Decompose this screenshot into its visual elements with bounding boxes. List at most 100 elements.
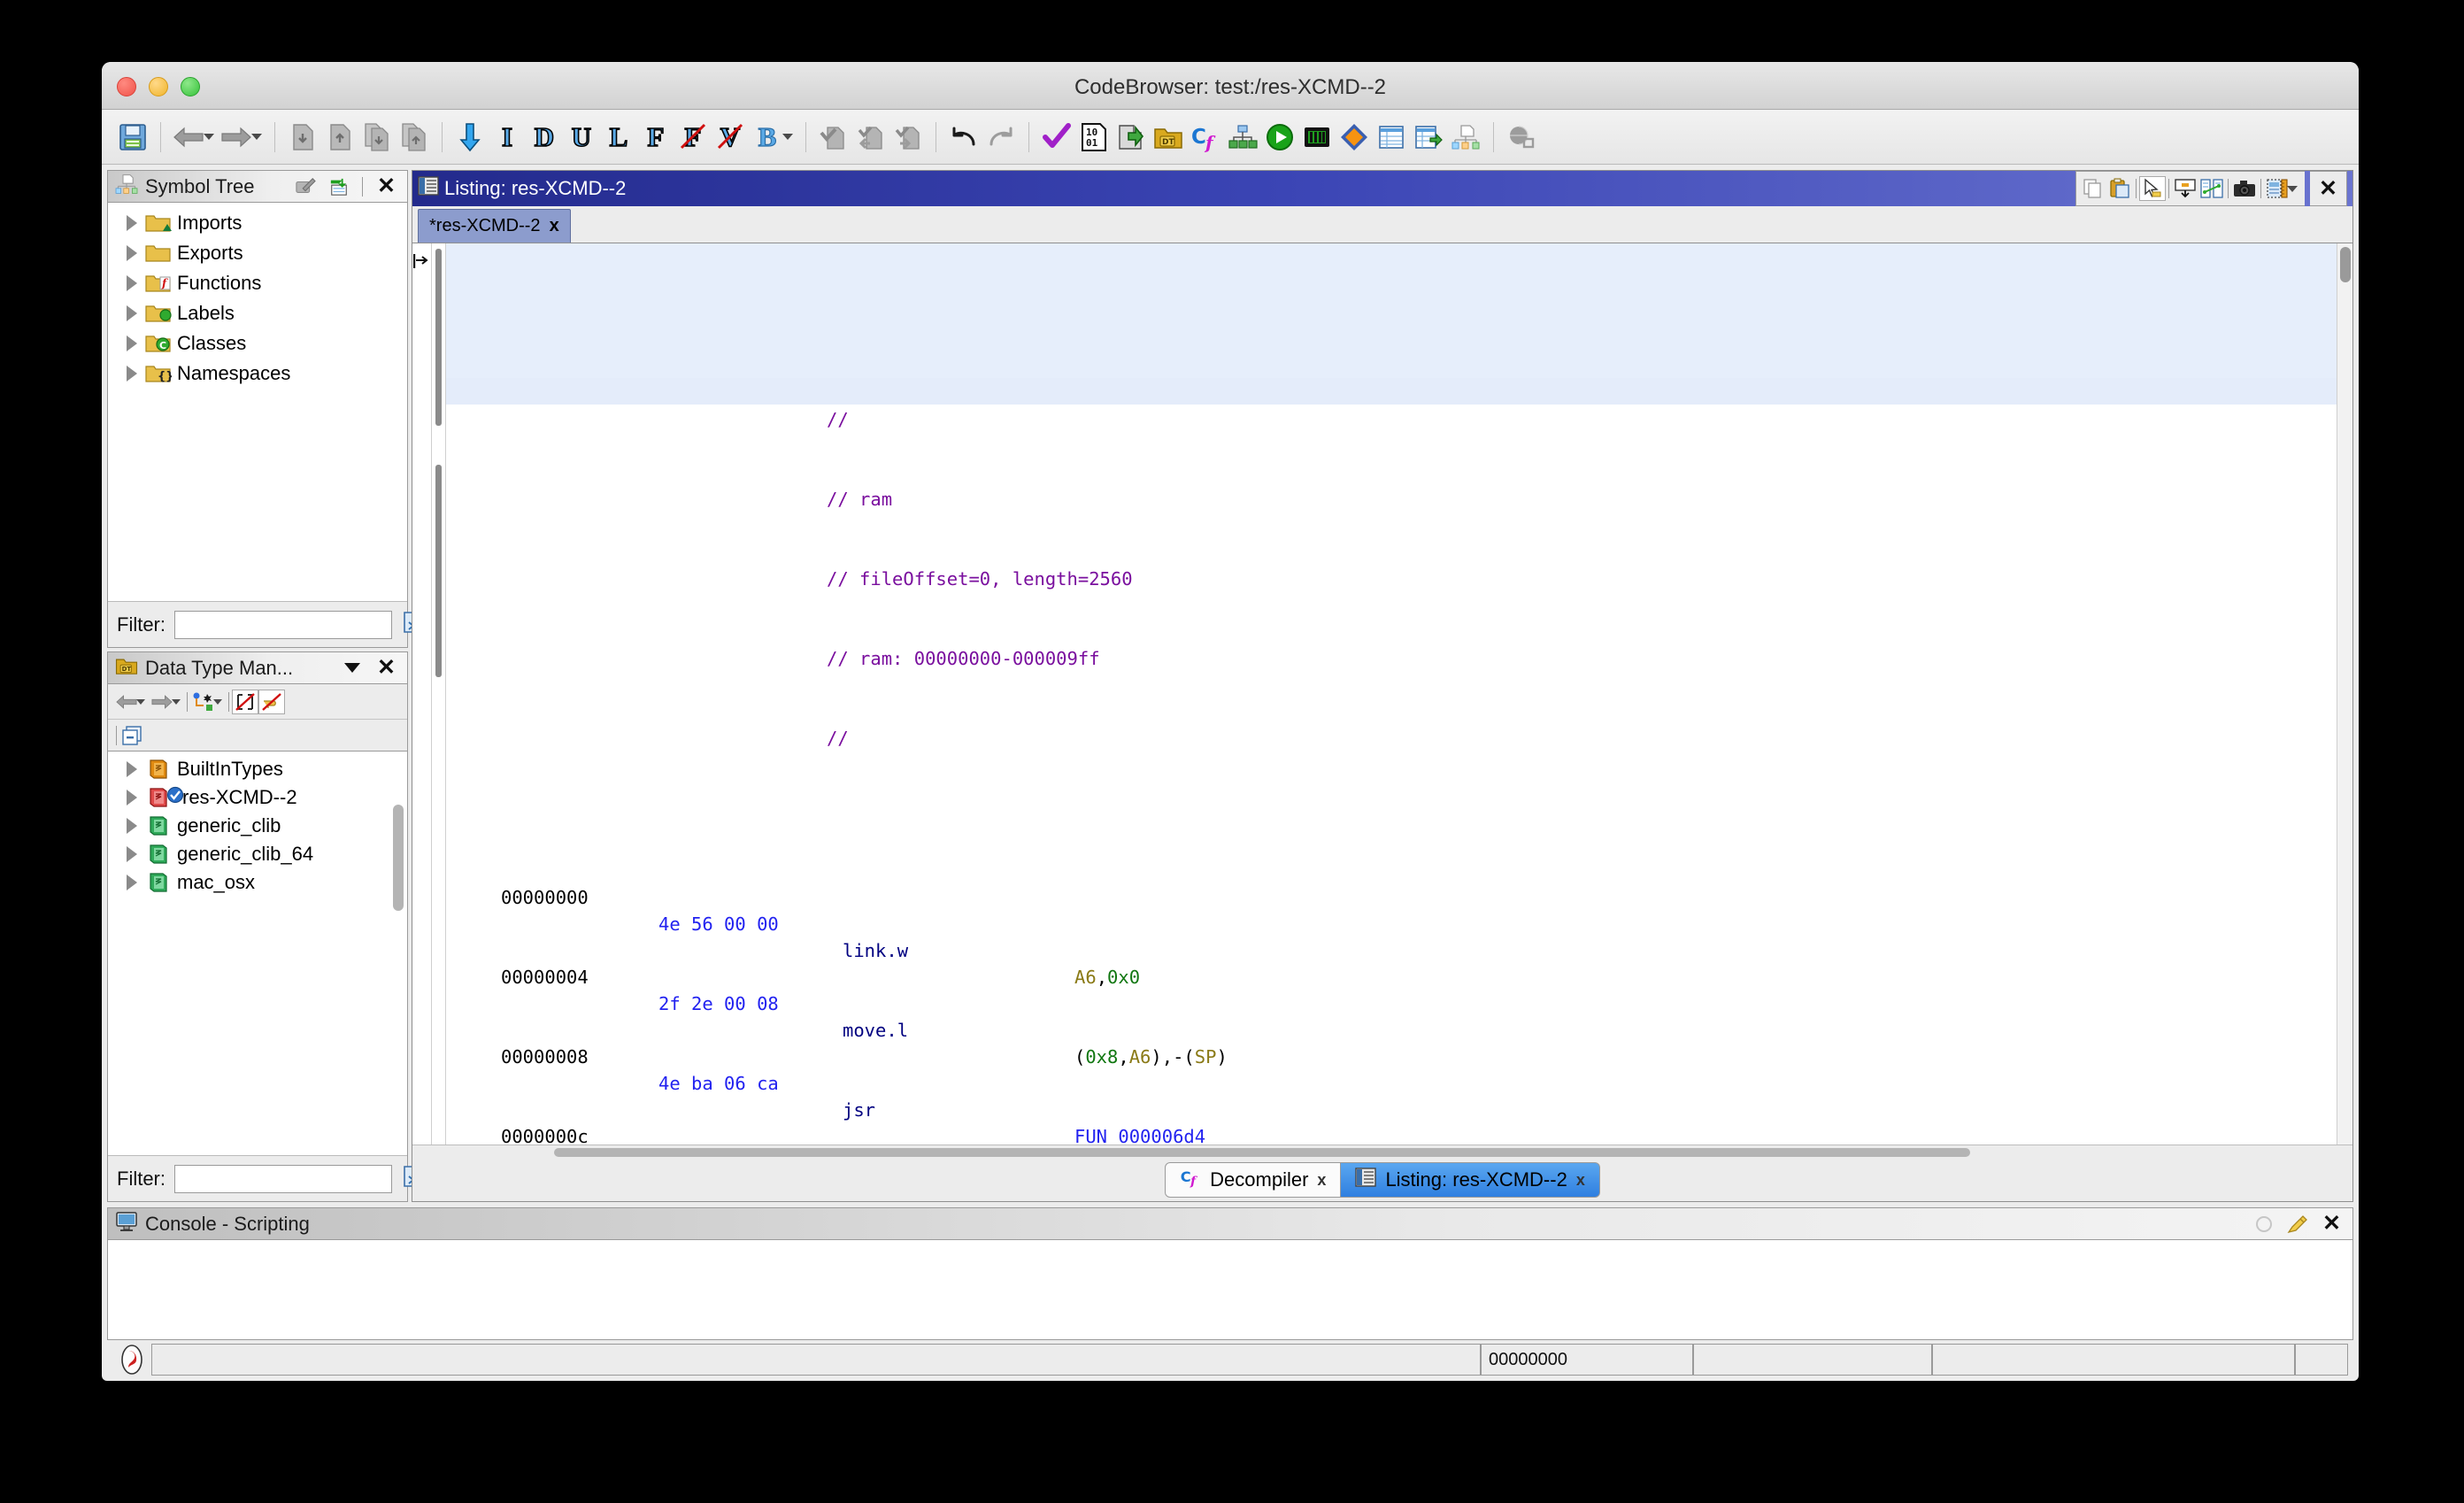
listing-address[interactable]: 00000008 bbox=[501, 1044, 589, 1070]
expand-toggle-icon[interactable] bbox=[120, 305, 143, 321]
snapshot-camera-icon[interactable] bbox=[2231, 176, 2258, 201]
expand-toggle-icon[interactable] bbox=[120, 846, 143, 862]
forward-dropdown-caret-icon[interactable] bbox=[172, 698, 181, 705]
listing-line[interactable]: 00000008 4e ba 06 ca jsr FUN_000006d4 un… bbox=[446, 1017, 2352, 1145]
close-icon[interactable]: x bbox=[1317, 1171, 1326, 1190]
close-icon[interactable]: ✕ bbox=[373, 657, 400, 679]
copy-icon[interactable] bbox=[2080, 176, 2106, 201]
data-type-tree-list[interactable]: BuiltInTypes res-XCMD--2 generic_clib ge… bbox=[108, 752, 407, 1155]
close-icon[interactable]: ✕ bbox=[373, 175, 400, 197]
close-icon[interactable]: ✕ bbox=[2310, 171, 2347, 206]
letter-d-icon[interactable]: D bbox=[526, 119, 563, 156]
expand-toggle-icon[interactable] bbox=[120, 790, 143, 805]
cursor-select-icon[interactable] bbox=[2139, 176, 2167, 201]
scrollbar-thumb[interactable] bbox=[2340, 247, 2351, 282]
letter-v-disabled-icon[interactable]: V bbox=[712, 119, 749, 156]
tab-listing[interactable]: Listing: res-XCMD--2 x bbox=[1341, 1162, 1600, 1198]
listing-operands[interactable]: FUN_000006d4 bbox=[1074, 1123, 1205, 1145]
listing-address[interactable]: 0000000c bbox=[501, 1123, 589, 1145]
diff-view-icon[interactable] bbox=[2198, 176, 2225, 201]
sidebar-item-classes[interactable]: C Classes bbox=[108, 328, 407, 358]
listing-vertical-scrollbar[interactable] bbox=[2337, 243, 2352, 1145]
no-pointer-icon[interactable] bbox=[258, 689, 285, 714]
forward-arrow-icon[interactable] bbox=[218, 119, 255, 156]
redo-icon[interactable] bbox=[982, 119, 1020, 156]
import-pages-icon[interactable] bbox=[358, 119, 396, 156]
console-output[interactable] bbox=[108, 1240, 2352, 1339]
export-page-icon[interactable] bbox=[321, 119, 358, 156]
data-type-tree-scrollbar[interactable] bbox=[393, 805, 404, 911]
save-icon[interactable] bbox=[114, 119, 151, 156]
filter-dropdown-caret-icon[interactable] bbox=[213, 698, 222, 705]
letter-f-icon[interactable]: F bbox=[637, 119, 674, 156]
table-export-icon[interactable] bbox=[1410, 119, 1447, 156]
letter-l-icon[interactable]: L bbox=[600, 119, 637, 156]
back-arrow-icon[interactable] bbox=[170, 119, 207, 156]
purple-check-icon[interactable] bbox=[1038, 119, 1075, 156]
expand-toggle-icon[interactable] bbox=[120, 818, 143, 834]
listing-marker-margin[interactable] bbox=[412, 243, 432, 1145]
clear-console-icon[interactable] bbox=[2284, 1212, 2311, 1237]
listing-operands[interactable]: A6,0x0 bbox=[1074, 964, 1140, 990]
letter-f-disabled-icon[interactable]: F bbox=[674, 119, 712, 156]
collapse-all-icon[interactable] bbox=[119, 723, 146, 748]
undo-icon[interactable] bbox=[945, 119, 982, 156]
export-pages-icon[interactable] bbox=[396, 119, 433, 156]
search-globe-icon[interactable] bbox=[1503, 119, 1540, 156]
decompiler-icon[interactable]: Cf bbox=[1187, 119, 1224, 156]
list-item[interactable]: generic_clib_64 bbox=[108, 840, 407, 868]
close-icon[interactable]: ✕ bbox=[2318, 1213, 2345, 1235]
list-item[interactable]: res-XCMD--2 bbox=[108, 783, 407, 812]
letter-b-icon[interactable]: B bbox=[749, 119, 786, 156]
symbol-tree-icon[interactable] bbox=[1447, 119, 1484, 156]
expand-toggle-icon[interactable] bbox=[120, 275, 143, 291]
toggle-header-icon[interactable] bbox=[2172, 176, 2198, 201]
disassembly-listing[interactable]: // // ram // fileOffset=0, length=2560 /… bbox=[446, 243, 2352, 1145]
ghidra-dragon-icon[interactable] bbox=[112, 1344, 151, 1376]
sidebar-item-imports[interactable]: Imports bbox=[108, 208, 407, 238]
close-icon[interactable]: x bbox=[550, 216, 559, 236]
sidebar-item-namespaces[interactable]: {} Namespaces bbox=[108, 358, 407, 389]
bytes-viewer-icon[interactable]: 10 01 bbox=[1075, 119, 1113, 156]
close-icon[interactable]: x bbox=[1576, 1171, 1585, 1190]
no-array-icon[interactable] bbox=[232, 689, 258, 714]
apply-back-page-icon[interactable] bbox=[852, 119, 889, 156]
sidebar-item-functions[interactable]: f Functions bbox=[108, 268, 407, 298]
sidebar-item-labels[interactable]: Labels bbox=[108, 298, 407, 328]
listing-line[interactable]: 00000004 2f 2e 00 08 move.l (0x8,A6),-(S… bbox=[446, 937, 2352, 1068]
down-arrow-icon[interactable] bbox=[451, 119, 489, 156]
chevron-down-icon[interactable] bbox=[339, 656, 366, 681]
letter-i-icon[interactable]: I bbox=[489, 119, 526, 156]
goto-toggle-icon[interactable] bbox=[326, 174, 352, 199]
listing-horizontal-scrollbar[interactable] bbox=[412, 1145, 2352, 1159]
processor-icon[interactable] bbox=[1298, 119, 1336, 156]
apply-forward-page-icon[interactable] bbox=[889, 119, 927, 156]
sidebar-item-exports[interactable]: Exports bbox=[108, 238, 407, 268]
expand-toggle-icon[interactable] bbox=[120, 366, 143, 382]
list-item[interactable]: generic_clib bbox=[108, 812, 407, 840]
listing-overview-bar[interactable] bbox=[432, 243, 446, 1145]
dtm-filter-input[interactable] bbox=[174, 1164, 392, 1193]
listing-line[interactable]: 00000000 4e 56 00 00 link.w A6,0x0 bbox=[446, 858, 2352, 988]
tab-decompiler[interactable]: Cf Decompiler x bbox=[1165, 1162, 1342, 1198]
memory-map-icon[interactable] bbox=[1113, 119, 1150, 156]
paste-icon[interactable] bbox=[2106, 176, 2133, 201]
table-icon[interactable] bbox=[1373, 119, 1410, 156]
function-graph-icon[interactable] bbox=[1224, 119, 1261, 156]
listing-fields-caret-icon[interactable] bbox=[2287, 185, 2298, 192]
expand-toggle-icon[interactable] bbox=[120, 245, 143, 261]
scrollbar-thumb[interactable] bbox=[554, 1148, 1970, 1157]
back-dropdown-caret-icon[interactable] bbox=[136, 698, 145, 705]
letter-u-icon[interactable]: U bbox=[563, 119, 600, 156]
expand-toggle-icon[interactable] bbox=[120, 761, 143, 777]
listing-line[interactable]: 0000000c 4e 5e unlk A6 bbox=[446, 1097, 2352, 1145]
expand-toggle-icon[interactable] bbox=[120, 215, 143, 231]
expand-toggle-icon[interactable] bbox=[120, 875, 143, 890]
data-type-manager-icon[interactable]: DT bbox=[1150, 119, 1187, 156]
symbol-tree-filter-input[interactable] bbox=[174, 610, 392, 639]
run-script-icon[interactable] bbox=[1261, 119, 1298, 156]
list-item[interactable]: BuiltInTypes bbox=[108, 755, 407, 783]
symbol-tree-list[interactable]: Imports Exports f Functions Labels C Cla… bbox=[108, 203, 407, 601]
diamond-icon[interactable] bbox=[1336, 119, 1373, 156]
expand-toggle-icon[interactable] bbox=[120, 335, 143, 351]
